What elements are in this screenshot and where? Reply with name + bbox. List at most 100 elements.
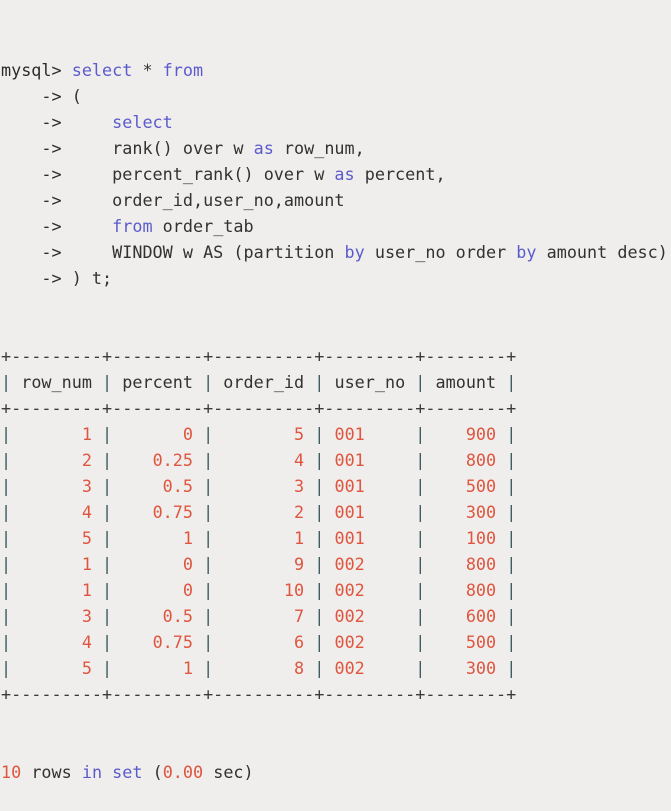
table-pipe: |	[102, 372, 113, 392]
sql-keyword: from	[162, 60, 204, 80]
cell-value: 002	[324, 580, 416, 600]
table-pipe: |	[102, 580, 113, 600]
cell-value: 5	[213, 424, 315, 444]
cell-value: 002	[324, 632, 416, 652]
table-pipe: |	[506, 424, 517, 444]
table-row: | 1 | 0 | 5 | 001 | 900 |	[0, 421, 671, 447]
column-header: order_id	[213, 372, 315, 392]
table-header-row: | row_num | percent | order_id | user_no…	[0, 369, 671, 395]
cell-value: 001	[324, 502, 416, 522]
table-pipe: |	[203, 528, 214, 548]
query-line: -> percent_rank() over w as percent,	[0, 161, 671, 187]
table-row: | 3 | 0.5 | 7 | 002 | 600 |	[0, 603, 671, 629]
table-pipe: |	[506, 372, 517, 392]
table-pipe: |	[415, 658, 426, 678]
cell-value: 1	[11, 554, 103, 574]
sql-keyword: select	[61, 112, 173, 132]
status-line: 10 rows in set (0.00 sec)	[0, 759, 671, 785]
cell-value: 500	[425, 476, 507, 496]
prompt-marker: ->	[1, 112, 62, 132]
prompt-marker: ->	[1, 164, 62, 184]
table-pipe: |	[203, 502, 214, 522]
table-pipe: |	[415, 450, 426, 470]
table-row: | 1 | 0 | 10 | 002 | 800 |	[0, 577, 671, 603]
cell-value: 8	[213, 658, 315, 678]
table-pipe: |	[102, 450, 113, 470]
table-pipe: |	[1, 632, 12, 652]
table-pipe: |	[415, 476, 426, 496]
cell-value: 900	[425, 424, 507, 444]
table-pipe: |	[1, 450, 12, 470]
cell-value: 002	[324, 658, 416, 678]
table-row: | 5 | 1 | 8 | 002 | 300 |	[0, 655, 671, 681]
sql-keyword: select	[61, 60, 133, 80]
table-pipe: |	[314, 554, 325, 574]
table-pipe: |	[314, 476, 325, 496]
cell-value: 2	[11, 450, 103, 470]
table-pipe: |	[102, 632, 113, 652]
query-line: -> rank() over w as row_num,	[0, 135, 671, 161]
table-pipe: |	[506, 658, 517, 678]
table-pipe: |	[1, 372, 12, 392]
table-pipe: |	[1, 554, 12, 574]
table-pipe: |	[203, 606, 214, 626]
cell-value: 6	[213, 632, 315, 652]
table-pipe: |	[102, 424, 113, 444]
cell-value: 0.5	[112, 476, 204, 496]
rows-label: rows	[21, 762, 82, 782]
cell-value: 1	[112, 658, 204, 678]
sql-text: *	[132, 60, 163, 80]
table-pipe: |	[102, 528, 113, 548]
table-pipe: |	[203, 372, 214, 392]
cell-value: 002	[324, 606, 416, 626]
row-count: 10	[1, 762, 22, 782]
terminal-output: mysql> select * from -> ( -> select -> r…	[0, 0, 671, 811]
table-pipe: |	[102, 502, 113, 522]
prompt-marker: mysql>	[1, 60, 62, 80]
table-pipe: |	[415, 502, 426, 522]
table-pipe: |	[506, 632, 517, 652]
prompt-marker: ->	[1, 190, 62, 210]
query-line: -> ) t;	[0, 265, 671, 291]
table-pipe: |	[1, 658, 12, 678]
table-row: | 1 | 0 | 9 | 002 | 800 |	[0, 551, 671, 577]
table-header-border: +---------+---------+----------+--------…	[0, 395, 671, 421]
elapsed-time: 0.00	[162, 762, 204, 782]
table-pipe: |	[203, 658, 214, 678]
table-pipe: |	[203, 580, 214, 600]
table-pipe: |	[314, 658, 325, 678]
prompt-marker: ->	[1, 268, 62, 288]
result-table: +---------+---------+----------+--------…	[0, 343, 671, 707]
query-line: -> WINDOW w AS (partition by user_no ord…	[0, 239, 671, 265]
table-pipe: |	[102, 476, 113, 496]
table-pipe: |	[203, 424, 214, 444]
in-set-label: in set	[81, 762, 143, 782]
cell-value: 800	[425, 580, 507, 600]
cell-value: 4	[11, 632, 103, 652]
table-pipe: |	[506, 554, 517, 574]
prompt-marker: ->	[1, 242, 62, 262]
table-pipe: |	[415, 372, 426, 392]
table-row: | 4 | 0.75 | 2 | 001 | 300 |	[0, 499, 671, 525]
table-pipe: |	[506, 476, 517, 496]
table-rule: +---------+---------+----------+--------…	[1, 684, 517, 704]
sql-text: order_tab	[152, 216, 254, 236]
table-pipe: |	[314, 372, 325, 392]
query-line: -> select	[0, 109, 671, 135]
table-pipe: |	[506, 580, 517, 600]
table-pipe: |	[1, 502, 12, 522]
cell-value: 1	[112, 528, 204, 548]
column-header: percent	[112, 372, 204, 392]
table-row: | 2 | 0.25 | 4 | 001 | 800 |	[0, 447, 671, 473]
sql-text: amount desc)	[536, 242, 668, 262]
sql-keyword: as	[334, 164, 355, 184]
cell-value: 001	[324, 424, 416, 444]
column-header: user_no	[324, 372, 416, 392]
table-pipe: |	[1, 606, 12, 626]
table-pipe: |	[314, 632, 325, 652]
prompt-marker: ->	[1, 216, 62, 236]
table-pipe: |	[415, 424, 426, 444]
query-line: -> order_id,user_no,amount	[0, 187, 671, 213]
table-pipe: |	[314, 606, 325, 626]
